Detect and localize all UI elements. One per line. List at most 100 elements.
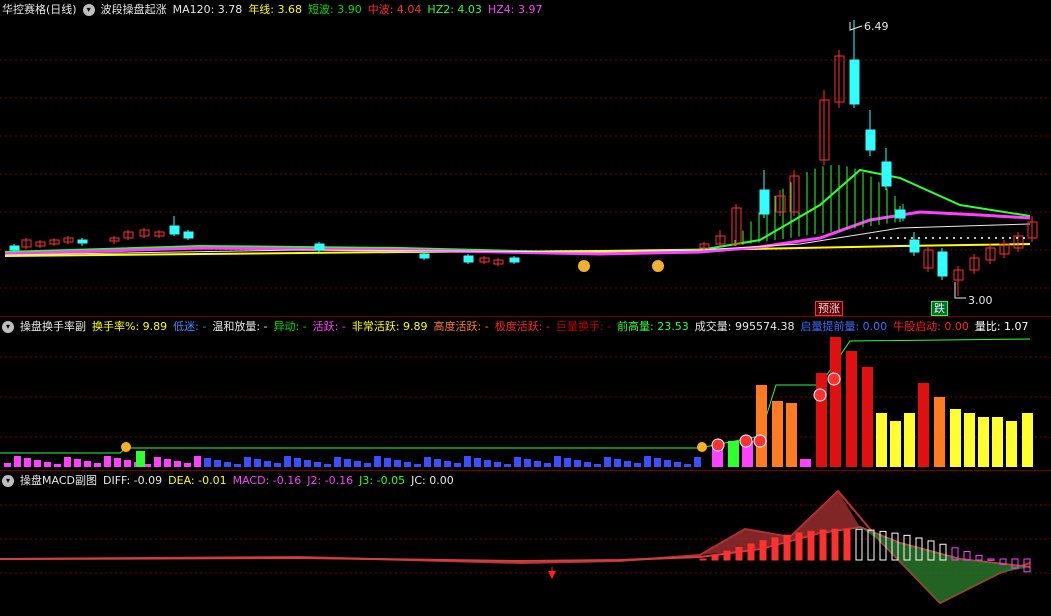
main-field-0: MA120: 3.78 <box>172 3 243 16</box>
dot-marker <box>974 237 976 239</box>
dot-marker <box>897 237 899 239</box>
volume-bar <box>624 461 631 467</box>
vol-field-12: 牛股启动: 0.00 <box>893 320 969 333</box>
volume-bar-big <box>846 351 857 467</box>
dot-marker <box>939 237 941 239</box>
dot-marker <box>869 237 871 239</box>
volume-bar <box>74 459 81 467</box>
dot-marker <box>904 237 906 239</box>
volume-bar <box>684 464 691 467</box>
signal-ball-icon <box>813 388 827 402</box>
dropdown-icon[interactable]: ▾ <box>2 475 14 487</box>
macd-panel[interactable]: ▾ 操盘MACD副图 DIFF: -0.09 DEA: -0.01 MACD: -0… <box>0 470 1051 616</box>
vol-field-1: 低迷: - <box>173 320 207 333</box>
macd-histogram-bar <box>747 543 755 561</box>
volume-bar <box>354 461 361 467</box>
volume-bar <box>144 464 151 467</box>
macd-histogram-bar <box>783 534 791 561</box>
vol-field-6: 高度活跃: - <box>433 320 489 333</box>
volume-bar <box>124 460 131 467</box>
high-price-label: 6.49 <box>864 20 889 33</box>
volume-bar-big <box>918 383 929 467</box>
candle-body <box>314 243 325 251</box>
volume-bar <box>204 458 211 467</box>
dropdown-icon[interactable]: ▾ <box>82 4 95 16</box>
turnover-chart[interactable] <box>0 317 1051 471</box>
macd-histogram-bar <box>807 530 815 561</box>
volume-bar <box>314 462 321 467</box>
candle-body <box>183 231 194 239</box>
volume-bar-big <box>964 413 975 467</box>
macd-histogram-bar <box>795 532 803 561</box>
volume-bar <box>364 463 371 467</box>
dot-marker <box>946 237 948 239</box>
candle-body <box>937 251 948 277</box>
hand-pointer-icon <box>121 442 131 452</box>
money-bag-icon <box>652 260 664 272</box>
macd-histogram-bar <box>987 558 995 561</box>
volume-bar-big <box>816 373 827 467</box>
macd-histogram-bar <box>711 554 719 561</box>
die-tag: 跌 <box>931 301 948 316</box>
dea-line <box>0 525 1031 568</box>
volume-bar <box>574 460 581 467</box>
vol-field-9: 前高量: 23.53 <box>617 320 689 333</box>
candle-body <box>419 253 430 259</box>
volume-bar <box>254 459 261 467</box>
turnover-panel[interactable]: ▾ 操盘换手率副 换手率%: 9.89 低迷: - 温和放量: - 异动: - 活跃: … <box>0 316 1051 471</box>
macd-field-4: J3: -0.05 <box>359 474 406 487</box>
volume-bar-big <box>992 417 1003 467</box>
main-field-2: 短波: 3.90 <box>308 3 362 16</box>
volume-bar-big <box>800 459 811 467</box>
macd-field-2: MACD: -0.16 <box>232 474 302 487</box>
macd-histogram-bar <box>975 554 983 561</box>
volume-bar <box>194 456 201 467</box>
dot-marker <box>911 237 913 239</box>
macd-histogram-bar <box>759 540 767 561</box>
vol-indicator-values: 换手率%: 9.89 低迷: - 温和放量: - 异动: - 活跃: - 非常活跃: 9.… <box>92 319 1035 335</box>
macd-chart[interactable] <box>0 471 1051 616</box>
low-price-label: 3.00 <box>968 294 993 307</box>
candle-body <box>77 239 88 244</box>
vol-field-13: 量比: 1.07 <box>974 320 1029 333</box>
dropdown-icon[interactable]: ▾ <box>2 321 14 333</box>
main-indicator-name[interactable]: 波段操盘起涨 <box>101 2 167 18</box>
vol-field-7: 极度活跃: - <box>494 320 550 333</box>
main-chart-panel[interactable]: 华控赛格(日线) ▾ 波段操盘起涨 MA120: 3.78 年线: 3.68 短波:… <box>0 0 1051 316</box>
volume-bar <box>344 459 351 467</box>
volume-bar <box>534 461 541 467</box>
volume-bar <box>614 459 621 467</box>
vol-field-11: 启量提前量: 0.00 <box>800 320 888 333</box>
vol-field-0: 换手率%: 9.89 <box>92 320 168 333</box>
candle-body <box>865 129 876 151</box>
volume-bar <box>154 457 161 467</box>
volume-bar <box>174 461 181 467</box>
vol-field-10: 成交量: 995574.38 <box>694 320 795 333</box>
vol-indicator-name[interactable]: 操盘换手率副 <box>20 319 86 335</box>
vol-field-3: 异动: - <box>273 320 307 333</box>
volume-bar-big <box>862 367 873 467</box>
candlestick-chart[interactable] <box>0 0 1051 316</box>
candle-body <box>895 209 906 219</box>
macd-field-1: DEA: -0.01 <box>168 474 227 487</box>
candle-body <box>909 239 920 253</box>
dot-marker <box>981 237 983 239</box>
volume-bar <box>664 460 671 467</box>
signal-ball-icon <box>753 434 767 448</box>
dot-marker <box>960 237 962 239</box>
volume-bar-big <box>1006 421 1017 467</box>
main-indicator-values: MA120: 3.78 年线: 3.68 短波: 3.90 中波: 4.04 HZ2: … <box>173 2 549 18</box>
volume-bar-big <box>934 397 945 467</box>
dot-marker <box>967 237 969 239</box>
volume-bar <box>394 460 401 467</box>
macd-histogram-bar <box>735 546 743 561</box>
volume-bar <box>304 460 311 467</box>
dot-marker <box>932 237 934 239</box>
signal-ball-icon <box>827 372 841 386</box>
volume-bar <box>136 451 145 467</box>
volume-bar <box>674 462 681 467</box>
macd-histogram-bar <box>699 558 707 561</box>
dot-marker <box>890 237 892 239</box>
macd-indicator-name[interactable]: 操盘MACD副图 <box>20 473 97 489</box>
volume-bar-big <box>876 413 887 467</box>
